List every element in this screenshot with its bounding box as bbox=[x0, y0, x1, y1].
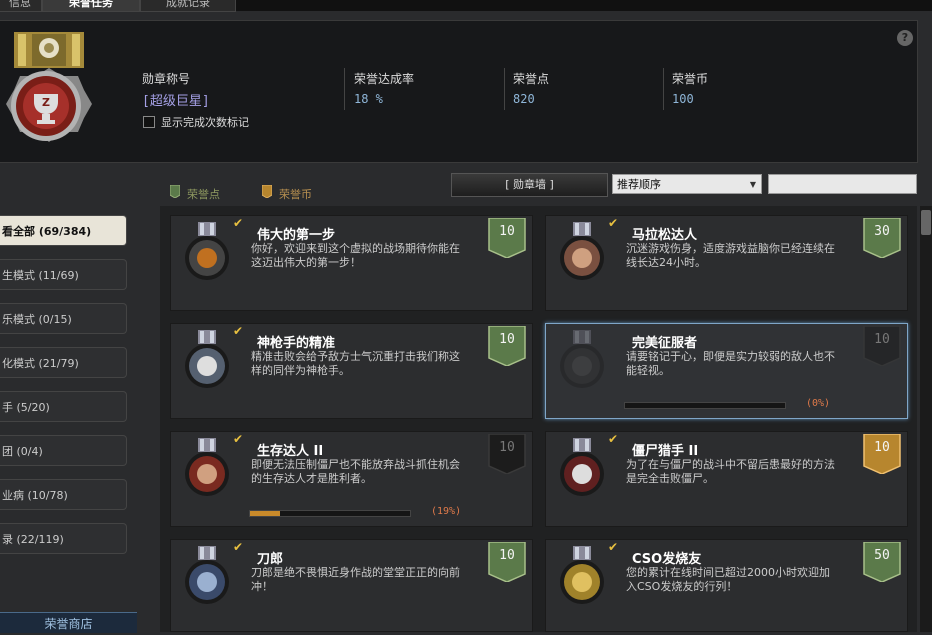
legend-points: 荣誉点 bbox=[187, 188, 220, 201]
tab-achievements[interactable]: 成就记录 bbox=[140, 0, 236, 12]
legend-coins: 荣誉币 bbox=[279, 188, 312, 201]
sidebar-item-team[interactable]: 团 (0/4) bbox=[0, 435, 127, 466]
sidebar-item-survival[interactable]: 生模式 (11/69) bbox=[0, 259, 127, 290]
conqueror-medal-icon bbox=[560, 330, 604, 388]
sidebar-item-mutation[interactable]: 化模式 (21/79) bbox=[0, 347, 127, 378]
medal-title-label: 勋章称号 bbox=[142, 72, 191, 86]
sidebar-item-gunner[interactable]: 手 (5/20) bbox=[0, 391, 127, 422]
honor-points-value: 820 bbox=[513, 92, 535, 106]
task-card[interactable]: ✔ 神枪手的精准 精准击败会给予敌方士气沉重打击我们称这样的同伴为神枪手。 10 bbox=[170, 323, 533, 419]
completed-check-icon: ✔ bbox=[233, 216, 244, 230]
help-icon[interactable]: ? bbox=[897, 30, 913, 46]
sidebar-item-all[interactable]: 看全部 (69/384) bbox=[0, 215, 127, 246]
survivor-medal-icon bbox=[185, 438, 229, 496]
knife-medal-icon bbox=[185, 546, 229, 604]
task-card[interactable]: ✔ 僵尸猎手 II 为了在与僵尸的战斗中不留后患最好的方法是完全击败僵尸。 10 bbox=[545, 431, 908, 527]
sidebar-item-entertainment[interactable]: 乐模式 (0/15) bbox=[0, 303, 127, 334]
progress-bar bbox=[249, 510, 411, 517]
completed-check-icon: ✔ bbox=[233, 324, 244, 338]
reward-banner-icon bbox=[488, 326, 526, 366]
task-title: 生存达人 II bbox=[257, 444, 324, 459]
task-title: 神枪手的精准 bbox=[257, 336, 336, 351]
progress-bar bbox=[624, 402, 786, 409]
progress-label: (19%) bbox=[431, 506, 462, 517]
honor-rate-label: 荣誉达成率 bbox=[354, 72, 415, 86]
welcome-cso-medal-icon bbox=[185, 222, 229, 280]
task-title: 刀郎 bbox=[257, 552, 284, 567]
sort-select-value: 推荐顺序 bbox=[617, 178, 661, 191]
search-input[interactable] bbox=[768, 174, 917, 194]
task-card[interactable]: 完美征服者 请要铭记于心，即便是实力较弱的敌人也不能轻视。 10 (0%) bbox=[545, 323, 908, 419]
task-card[interactable]: ✔ 刀郎 刀郎是绝不畏惧近身作战的堂堂正正的向前冲！ 10 bbox=[170, 539, 533, 632]
task-title: 僵尸猎手 II bbox=[632, 444, 699, 459]
reward-banner-icon bbox=[488, 434, 526, 474]
progress-fill bbox=[250, 511, 281, 516]
honor-coin-icon bbox=[262, 185, 272, 198]
cso-fan-medal-icon bbox=[560, 546, 604, 604]
task-title: 马拉松达人 bbox=[632, 228, 698, 243]
task-description: 为了在与僵尸的战斗中不留后患最好的方法是完全击败僵尸。 bbox=[626, 458, 835, 485]
reward-banner-icon bbox=[863, 434, 901, 474]
completed-check-icon: ✔ bbox=[608, 540, 619, 554]
task-title: 完美征服者 bbox=[632, 336, 698, 351]
task-card[interactable]: ✔ 生存达人 II 即便无法压制僵尸也不能放弃战斗抓住机会的生存达人才是胜利者。… bbox=[170, 431, 533, 527]
sort-select[interactable]: 推荐顺序 ▼ bbox=[612, 174, 762, 194]
task-description: 您的累计在线时间已超过2000小时欢迎加入CSO发烧友的行列！ bbox=[626, 566, 830, 593]
scrollbar-thumb[interactable] bbox=[921, 210, 931, 235]
chevron-down-icon: ▼ bbox=[749, 180, 756, 189]
task-card[interactable]: ✔ 马拉松达人 沉迷游戏伤身，适度游戏益脑你已经连续在线长达24小时。 30 bbox=[545, 215, 908, 311]
skull-medal-icon bbox=[185, 330, 229, 388]
divider bbox=[344, 68, 345, 110]
task-description: 请要铭记于心，即便是实力较弱的敌人也不能轻视。 bbox=[626, 350, 835, 377]
task-card[interactable]: ✔ CSO发烧友 您的累计在线时间已超过2000小时欢迎加入CSO发烧友的行列！… bbox=[545, 539, 908, 632]
reward-banner-icon bbox=[863, 542, 901, 582]
show-count-checkbox[interactable] bbox=[143, 116, 155, 128]
honor-rate-value: 18 % bbox=[354, 92, 383, 106]
svg-text:Z: Z bbox=[42, 96, 50, 109]
completed-check-icon: ✔ bbox=[608, 432, 619, 446]
honor-points-label: 荣誉点 bbox=[513, 72, 550, 86]
completed-check-icon: ✔ bbox=[233, 540, 244, 554]
tab-bar: 信息 荣誉任务 成就记录 bbox=[0, 0, 932, 12]
task-description: 精准击败会给予敌方士气沉重打击我们称这样的同伴为神枪手。 bbox=[251, 350, 460, 377]
completed-check-icon: ✔ bbox=[608, 216, 619, 230]
show-count-label: 显示完成次数标记 bbox=[161, 116, 249, 129]
player-medal-icon: Z bbox=[6, 32, 92, 142]
tab-honor-tasks[interactable]: 荣誉任务 bbox=[42, 0, 140, 12]
task-card[interactable]: ✔ 伟大的第一步 你好，欢迎来到这个虚拟的战场期待你能在这迈出伟大的第一步！ 1… bbox=[170, 215, 533, 311]
progress-label: (0%) bbox=[806, 398, 831, 409]
honor-point-icon bbox=[170, 185, 180, 198]
profile-header: ? bbox=[0, 20, 918, 163]
reward-banner-icon bbox=[863, 326, 901, 366]
task-title: CSO发烧友 bbox=[632, 552, 702, 567]
task-title: 伟大的第一步 bbox=[257, 228, 336, 243]
task-description: 即便无法压制僵尸也不能放弃战斗抓住机会的生存达人才是胜利者。 bbox=[251, 458, 460, 485]
honor-shop-button[interactable]: 荣誉商店 bbox=[0, 612, 137, 633]
task-description: 沉迷游戏伤身，适度游戏益脑你已经连续在线长达24小时。 bbox=[626, 242, 835, 269]
reward-banner-icon bbox=[863, 218, 901, 258]
completed-check-icon: ✔ bbox=[233, 432, 244, 446]
task-description: 刀郎是绝不畏惧近身作战的堂堂正正的向前冲！ bbox=[251, 566, 460, 593]
tab-info[interactable]: 信息 bbox=[0, 0, 42, 12]
task-description: 你好，欢迎来到这个虚拟的战场期待你能在这迈出伟大的第一步！ bbox=[251, 242, 460, 269]
reward-banner-icon bbox=[488, 542, 526, 582]
scrollbar[interactable] bbox=[920, 206, 932, 632]
medal-wall-button[interactable]: [ 勋章墙 ] bbox=[451, 173, 608, 197]
honor-coins-value: 100 bbox=[672, 92, 694, 106]
sidebar-item-professional[interactable]: 业病 (10/78) bbox=[0, 479, 127, 510]
sidebar-item-records[interactable]: 录 (22/119) bbox=[0, 523, 127, 554]
marathon-medal-icon bbox=[560, 222, 604, 280]
reward-banner-icon bbox=[488, 218, 526, 258]
zombie-hunter-medal-icon bbox=[560, 438, 604, 496]
divider bbox=[504, 68, 505, 110]
medal-title-value: [超级巨星] bbox=[142, 94, 210, 109]
honor-coins-label: 荣誉币 bbox=[672, 72, 709, 86]
divider bbox=[663, 68, 664, 110]
